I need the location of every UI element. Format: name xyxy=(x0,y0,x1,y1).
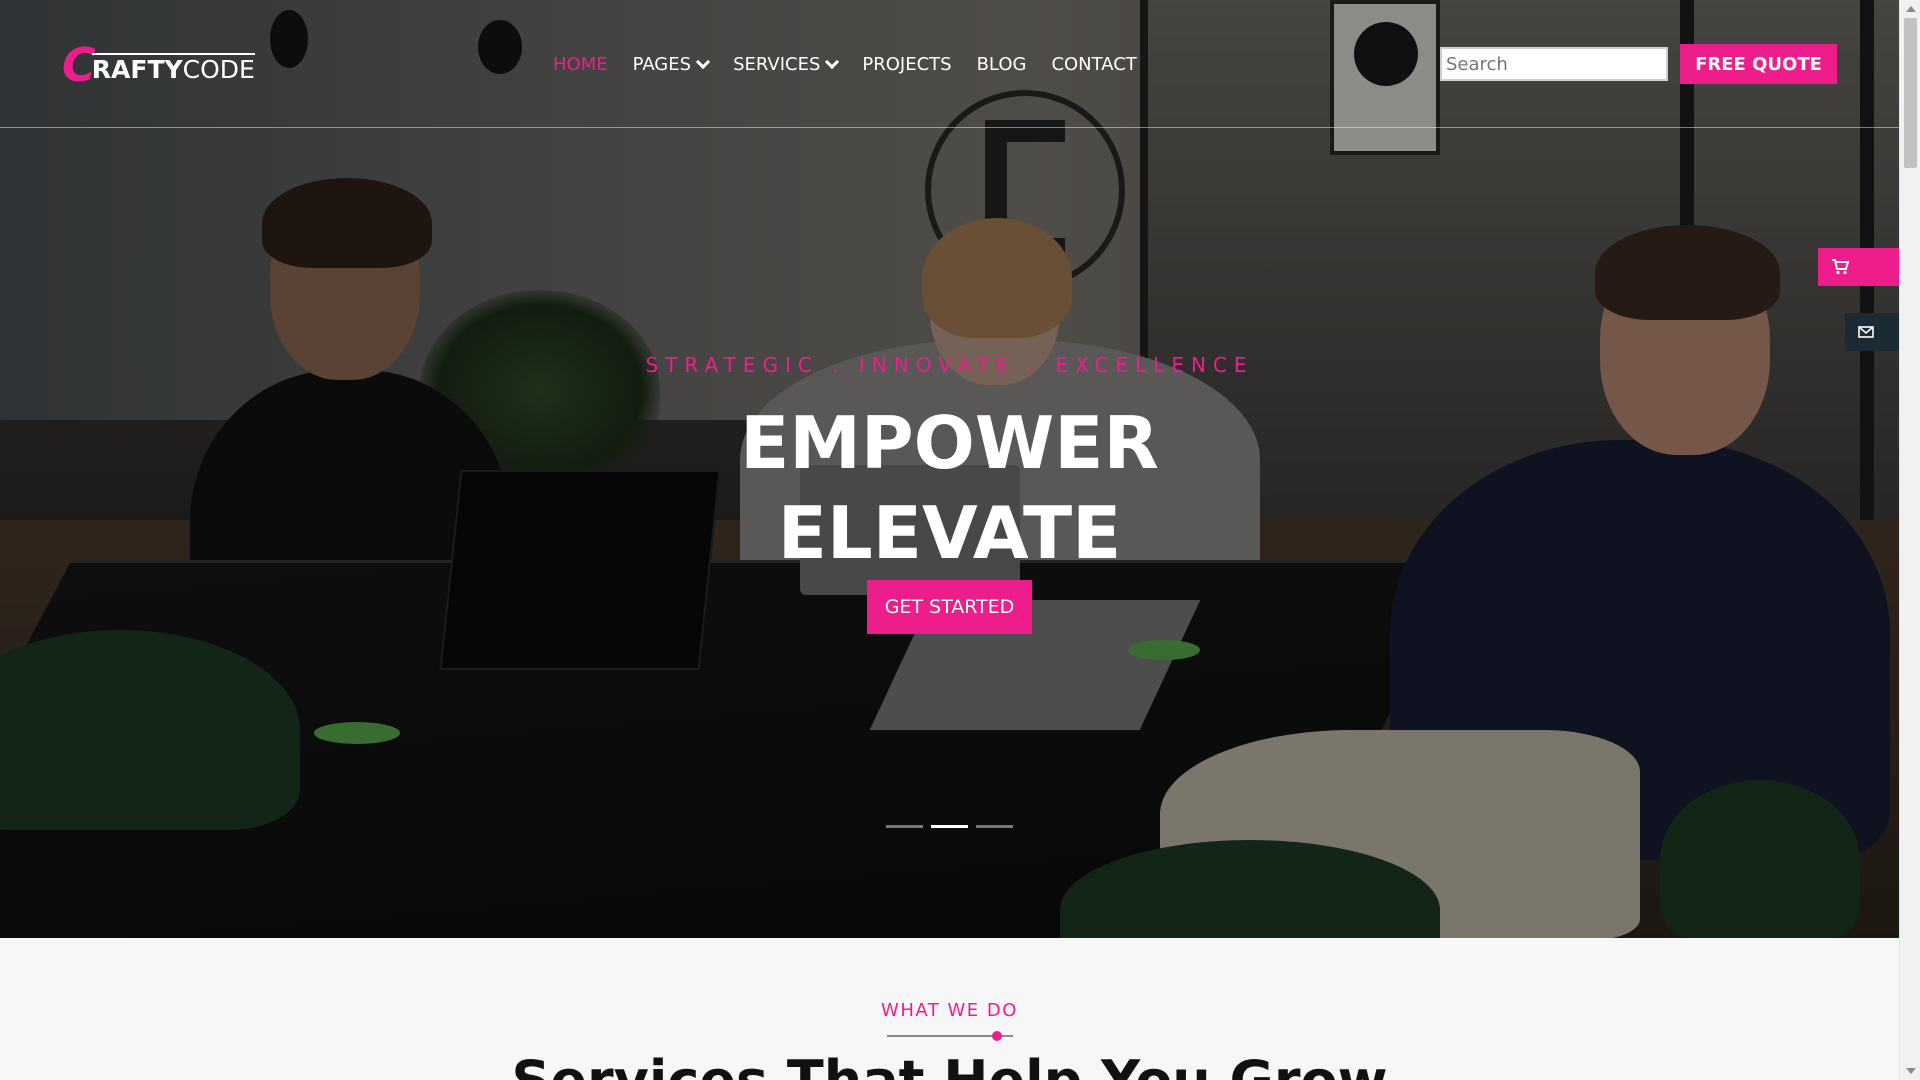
nav-projects-label: PROJECTS xyxy=(862,53,952,75)
scroll-thumb[interactable] xyxy=(1904,18,1917,168)
hero-headline-line2: ELEVATE xyxy=(777,491,1122,575)
logo-text-rafty: RAFTY xyxy=(91,55,183,84)
site-header: C RAFTYCODE HOME PAGES SERVICES PROJECTS… xyxy=(0,0,1899,128)
chevron-down-icon xyxy=(695,54,711,69)
logo-text-code: CODE xyxy=(182,55,255,84)
envelope-icon xyxy=(1858,326,1874,338)
section-eyebrow: WHAT WE DO xyxy=(881,1000,1018,1021)
site-logo[interactable]: C RAFTYCODE xyxy=(62,38,255,88)
logo-wordmark: RAFTYCODE xyxy=(91,53,255,85)
services-section: WHAT WE DO Services That Help You Grow xyxy=(0,938,1899,1080)
nav-blog[interactable]: BLOG xyxy=(977,52,1027,76)
nav-home[interactable]: HOME xyxy=(553,52,608,76)
nav-projects[interactable]: PROJECTS xyxy=(862,52,951,76)
carousel-indicators xyxy=(886,825,1013,828)
hero-tagline: STRATEGIC . INNOVATE . EXCELLENCE xyxy=(645,353,1254,377)
hero-headline-line1: EMPOWER xyxy=(740,401,1159,485)
page-scrollbar[interactable] xyxy=(1899,0,1920,1080)
nav-services[interactable]: SERVICES xyxy=(733,52,840,76)
scroll-down-icon[interactable] xyxy=(1906,1068,1916,1074)
nav-services-label: SERVICES xyxy=(733,53,821,75)
cart-icon xyxy=(1832,259,1849,275)
nav-pages[interactable]: PAGES xyxy=(632,52,711,76)
section-divider xyxy=(886,1031,1013,1041)
carousel-indicator-1[interactable] xyxy=(886,825,923,828)
nav-contact[interactable]: CONTACT xyxy=(1051,52,1136,76)
scroll-up-icon[interactable] xyxy=(1906,6,1916,12)
side-mail-button[interactable] xyxy=(1845,313,1899,351)
logo-initial: C xyxy=(62,38,96,92)
main-nav: HOME PAGES SERVICES PROJECTS BLOG CONTAC… xyxy=(553,52,1162,76)
nav-home-label: HOME xyxy=(553,53,608,75)
carousel-indicator-2[interactable] xyxy=(931,825,968,828)
hero-content: STRATEGIC . INNOVATE . EXCELLENCE EMPOWE… xyxy=(0,350,1899,634)
divider-dot xyxy=(991,1031,1002,1041)
get-started-button[interactable]: GET STARTED xyxy=(866,580,1033,634)
hero-headline: EMPOWER ELEVATE xyxy=(0,398,1899,578)
carousel-indicator-3[interactable] xyxy=(976,825,1013,828)
free-quote-button[interactable]: FREE QUOTE xyxy=(1680,44,1837,84)
nav-pages-label: PAGES xyxy=(632,53,692,75)
chevron-down-icon xyxy=(825,54,840,69)
section-title: Services That Help You Grow xyxy=(0,1051,1899,1080)
nav-contact-label: CONTACT xyxy=(1051,53,1137,75)
side-cart-button[interactable] xyxy=(1818,248,1899,286)
nav-blog-label: BLOG xyxy=(976,53,1027,75)
search-input[interactable] xyxy=(1440,47,1668,81)
